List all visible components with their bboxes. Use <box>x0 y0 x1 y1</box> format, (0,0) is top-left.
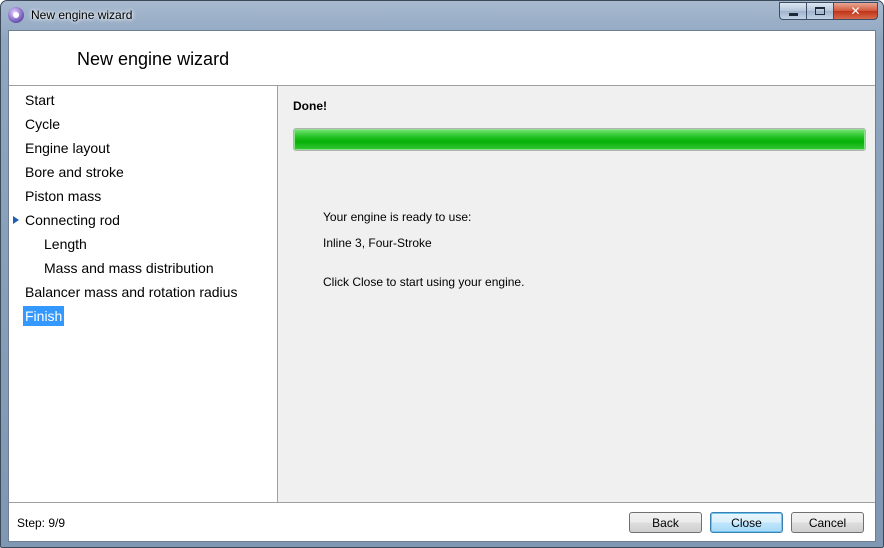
close-window-button[interactable]: ✕ <box>833 2 878 20</box>
step-label: Length <box>44 236 87 252</box>
step-item[interactable]: Cycle <box>9 114 277 134</box>
close-instruction: Click Close to start using your engine. <box>323 275 525 289</box>
step-label: Piston mass <box>25 188 102 204</box>
status-heading: Done! <box>293 99 327 113</box>
step-item[interactable]: Bore and stroke <box>9 162 277 182</box>
wizard-header: New engine wizard <box>9 31 875 86</box>
step-label: Cycle <box>25 116 61 132</box>
step-item[interactable]: Engine layout <box>9 138 277 158</box>
step-label: Balancer mass and rotation radius <box>25 284 238 300</box>
step-counter: Step: 9/9 <box>17 516 66 530</box>
app-icon[interactable] <box>8 7 24 23</box>
step-list: Start Cycle Engine layout Bore and stroke Pi… <box>9 86 278 502</box>
step-item[interactable]: Length <box>9 234 277 254</box>
step-item[interactable]: Connecting rod <box>9 210 277 230</box>
progress-bar <box>293 128 866 151</box>
maximize-button[interactable] <box>806 2 833 20</box>
step-item[interactable]: Piston mass <box>9 186 277 206</box>
content-panel: Done! Your engine is ready to use: Inlin… <box>278 86 875 502</box>
maximize-icon <box>815 7 825 15</box>
close-button[interactable]: Close <box>710 512 783 533</box>
step-item[interactable]: Finish <box>9 306 277 326</box>
step-label: Finish <box>23 306 65 326</box>
current-step-arrow-icon <box>13 216 19 224</box>
step-label: Bore and stroke <box>25 164 124 180</box>
window-controls: ✕ <box>779 2 878 20</box>
title-bar[interactable]: New engine wizard ✕ <box>1 1 883 30</box>
ready-label: Your engine is ready to use: <box>323 210 472 224</box>
page-title: New engine wizard <box>77 49 230 69</box>
step-label: Start <box>25 92 55 108</box>
step-label: Engine layout <box>25 140 110 156</box>
progress-fill <box>294 129 865 150</box>
window-title: New engine wizard <box>31 8 133 22</box>
step-item[interactable]: Start <box>9 90 277 110</box>
cancel-button[interactable]: Cancel <box>791 512 864 533</box>
wizard-window: New engine wizard ✕ New engine wizard St… <box>0 0 884 548</box>
wizard-footer: Step: 9/9 Back Close Cancel <box>9 502 875 541</box>
back-button[interactable]: Back <box>629 512 702 533</box>
step-item[interactable]: Balancer mass and rotation radius <box>9 282 277 302</box>
step-label: Connecting rod <box>25 212 120 228</box>
close-icon: ✕ <box>850 4 861 18</box>
wizard-client-area: New engine wizard Start Cycle Engine layou… <box>8 30 876 542</box>
engine-description: Inline 3, Four-Stroke <box>323 236 432 250</box>
step-item[interactable]: Mass and mass distribution <box>9 258 277 278</box>
minimize-icon <box>788 12 798 16</box>
minimize-button[interactable] <box>779 2 806 20</box>
step-label: Mass and mass distribution <box>44 260 214 276</box>
